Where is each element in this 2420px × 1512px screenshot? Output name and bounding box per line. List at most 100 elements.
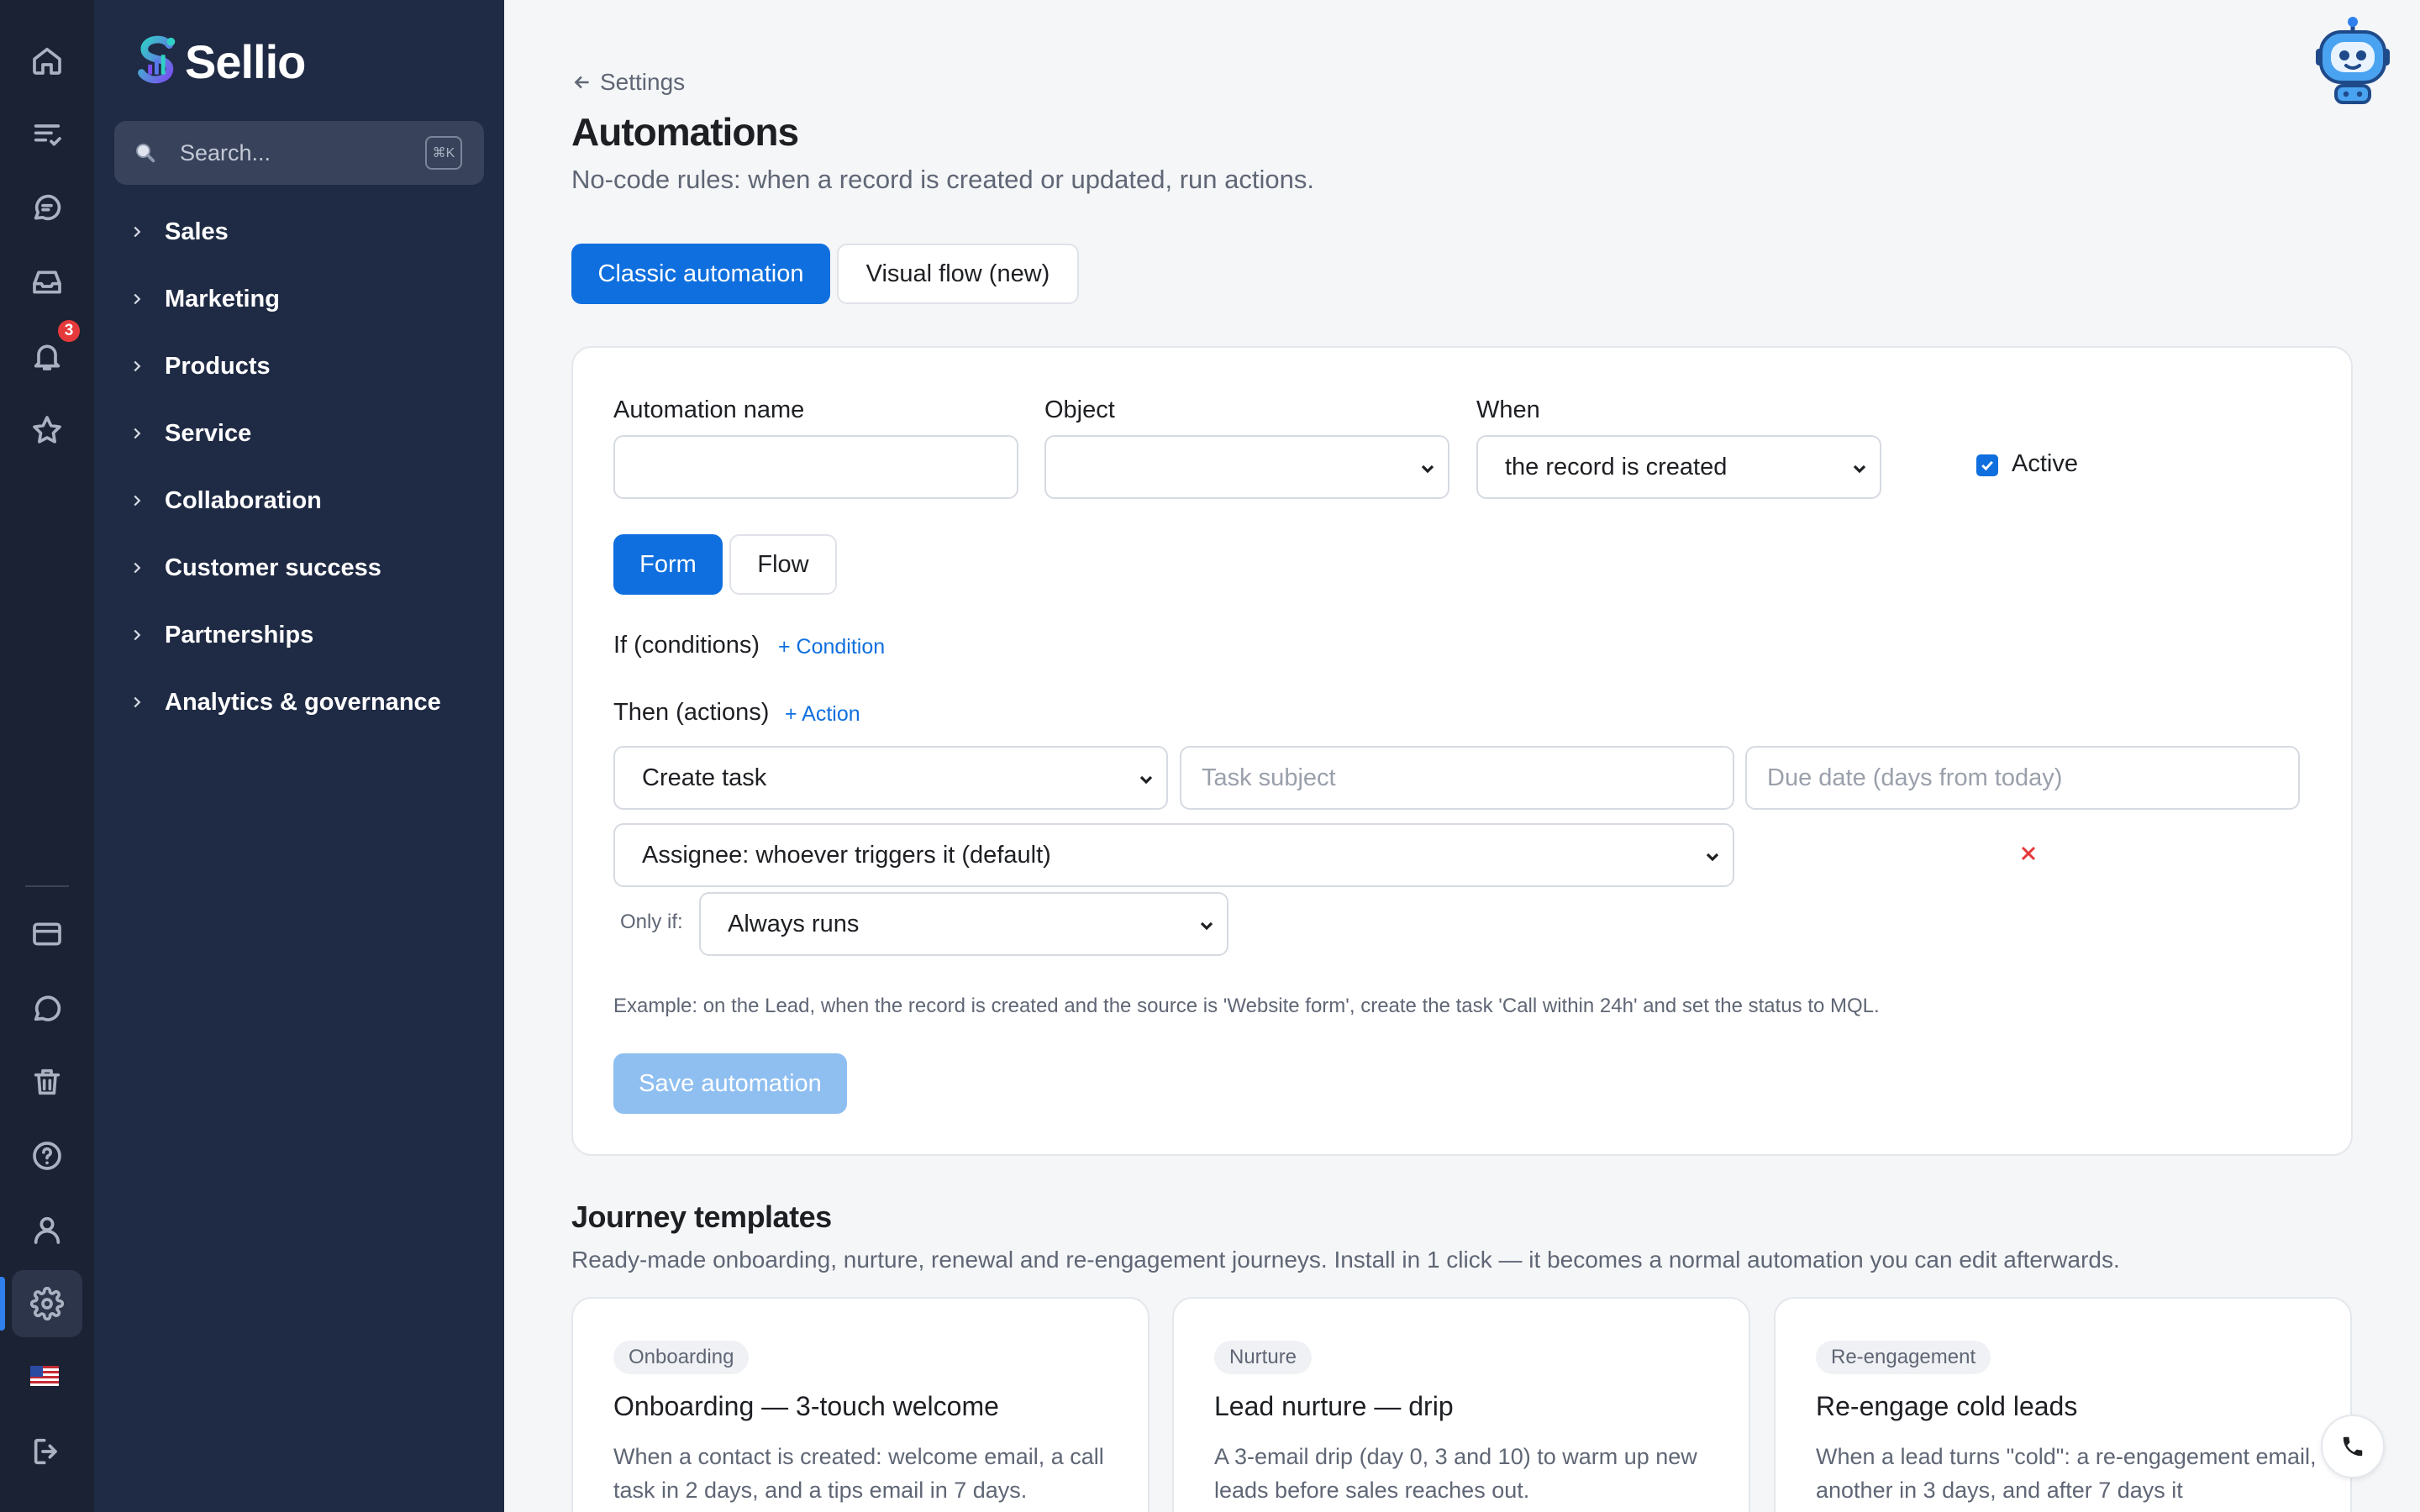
sidebar-item-products[interactable]: Products — [128, 333, 489, 400]
example-text: Example: on the Lead, when the record is… — [613, 995, 1880, 1017]
sidebar-item-collaboration[interactable]: Collaboration — [128, 467, 489, 534]
sidebar-item-label: Partnerships — [165, 621, 314, 648]
template-description: When a lead turns "cold": a re-engagemen… — [1816, 1444, 2317, 1503]
template-card-nurture[interactable]: Nurture Lead nurture — drip A 3-email dr… — [1172, 1297, 1750, 1512]
us-flag-icon[interactable] — [30, 1366, 59, 1386]
sidebar-item-label: Analytics & governance — [165, 688, 441, 716]
breadcrumb-label: Settings — [600, 69, 686, 95]
automation-form-card: Automation name Object When the record i… — [571, 346, 2353, 1156]
sellio-logo-icon — [138, 35, 176, 84]
check-icon — [1981, 460, 1993, 471]
template-tag: Onboarding — [613, 1341, 750, 1374]
credit-card-icon[interactable] — [12, 900, 82, 968]
chevron-down-icon — [1853, 465, 1866, 474]
due-date-input[interactable]: Due date (days from today) — [1745, 746, 2300, 810]
chevron-right-icon — [134, 495, 141, 507]
sidebar: Sellio Search... ⌘K Sales Marketing Prod… — [94, 0, 504, 1512]
trash-icon[interactable] — [12, 1048, 82, 1116]
sidebar-item-service[interactable]: Service — [128, 400, 489, 467]
sidebar-item-customer-success[interactable]: Customer success — [128, 534, 489, 601]
chevron-right-icon — [134, 428, 141, 439]
home-icon[interactable] — [12, 27, 82, 94]
view-flow-button[interactable]: Flow — [729, 534, 837, 595]
add-action-link[interactable]: + Action — [785, 702, 860, 727]
action-type-select[interactable]: Create task — [613, 746, 1168, 810]
chevron-right-icon — [134, 562, 141, 574]
sidebar-item-analytics[interactable]: Analytics & governance — [128, 669, 489, 736]
when-select[interactable]: the record is created — [1476, 435, 1881, 499]
sidebar-item-partnerships[interactable]: Partnerships — [128, 601, 489, 669]
rail-divider — [25, 885, 69, 887]
template-tag: Nurture — [1214, 1341, 1313, 1374]
automation-name-input[interactable] — [613, 435, 1018, 499]
sidebar-item-label: Customer success — [165, 554, 381, 581]
save-automation-button[interactable]: Save automation — [613, 1053, 847, 1114]
search-input[interactable]: Search... ⌘K — [114, 121, 484, 185]
page-title: Automations — [571, 110, 799, 154]
user-icon[interactable] — [12, 1196, 82, 1263]
breadcrumb[interactable]: Settings — [571, 69, 685, 96]
action-type-value: Create task — [642, 764, 767, 791]
template-description: A 3-email drip (day 0, 3 and 10) to warm… — [1214, 1444, 1697, 1503]
template-description: When a contact is created: welcome email… — [613, 1444, 1104, 1503]
chevron-right-icon — [134, 226, 141, 238]
search-icon — [136, 144, 155, 163]
search-placeholder: Search... — [180, 139, 271, 165]
template-title: Lead nurture — drip — [1214, 1391, 1454, 1421]
sidebar-item-sales[interactable]: Sales — [128, 198, 489, 265]
brand-logo[interactable]: Sellio — [128, 32, 306, 91]
sidebar-item-label: Marketing — [165, 285, 280, 312]
template-title: Re-engage cold leads — [1816, 1391, 2078, 1421]
only-if-select[interactable]: Always runs — [699, 892, 1228, 956]
tab-classic-automation[interactable]: Classic automation — [571, 244, 830, 304]
star-icon[interactable] — [12, 396, 82, 464]
only-if-label: Only if: — [620, 911, 683, 933]
main-content: Settings Automations No-code rules: when… — [504, 0, 2420, 1512]
tab-visual-flow[interactable]: Visual flow (new) — [837, 244, 1079, 304]
chevron-right-icon — [134, 360, 141, 372]
message-circle-icon[interactable] — [12, 974, 82, 1042]
remove-action-icon[interactable] — [2018, 843, 2039, 864]
sidebar-nav: Sales Marketing Products Service Collabo… — [128, 198, 489, 736]
chevron-down-icon — [1139, 775, 1153, 785]
brand-name: Sellio — [185, 34, 306, 88]
when-label: When — [1476, 396, 1540, 423]
icon-rail: 3 — [0, 0, 94, 1512]
shortcut-hint: ⌘K — [425, 136, 462, 170]
chevron-down-icon — [1706, 853, 1719, 862]
active-checkbox[interactable] — [1976, 454, 1998, 476]
settings-gear-icon[interactable] — [0, 1270, 82, 1337]
object-label: Object — [1044, 396, 1115, 423]
task-subject-input[interactable]: Task subject — [1180, 746, 1734, 810]
logout-icon[interactable] — [12, 1418, 82, 1485]
call-button[interactable] — [2321, 1415, 2385, 1478]
chevron-right-icon — [134, 696, 141, 708]
notification-badge: 3 — [55, 318, 82, 344]
sidebar-item-label: Sales — [165, 218, 229, 245]
inbox-icon[interactable] — [12, 249, 82, 316]
task-list-icon[interactable] — [12, 101, 82, 168]
chevron-right-icon — [134, 293, 141, 305]
assignee-select[interactable]: Assignee: whoever triggers it (default) — [613, 823, 1734, 887]
templates-description: Ready-made onboarding, nurture, renewal … — [571, 1247, 2120, 1273]
add-condition-link[interactable]: + Condition — [778, 635, 885, 659]
chat-icon[interactable] — [12, 175, 82, 242]
template-card-onboarding[interactable]: Onboarding Onboarding — 3-touch welcome … — [571, 1297, 1150, 1512]
automation-name-label: Automation name — [613, 396, 805, 423]
active-label: Active — [2012, 450, 2078, 477]
templates-title: Journey templates — [571, 1200, 832, 1234]
sidebar-item-marketing[interactable]: Marketing — [128, 265, 489, 333]
view-form-button[interactable]: Form — [613, 534, 723, 595]
template-card-reengage[interactable]: Re-engagement Re-engage cold leads When … — [1774, 1297, 2352, 1512]
page-subtitle: No-code rules: when a record is created … — [571, 165, 1314, 194]
only-if-value: Always runs — [728, 910, 860, 937]
help-icon[interactable] — [12, 1122, 82, 1189]
sidebar-item-label: Products — [165, 352, 271, 380]
conditions-label: If (conditions) — [613, 632, 760, 659]
object-select[interactable] — [1044, 435, 1449, 499]
template-tag: Re-engagement — [1816, 1341, 1991, 1374]
assistant-robot-icon[interactable] — [2314, 15, 2391, 106]
template-title: Onboarding — 3-touch welcome — [613, 1391, 999, 1421]
actions-label: Then (actions) — [613, 699, 770, 726]
chevron-down-icon — [1421, 465, 1434, 474]
